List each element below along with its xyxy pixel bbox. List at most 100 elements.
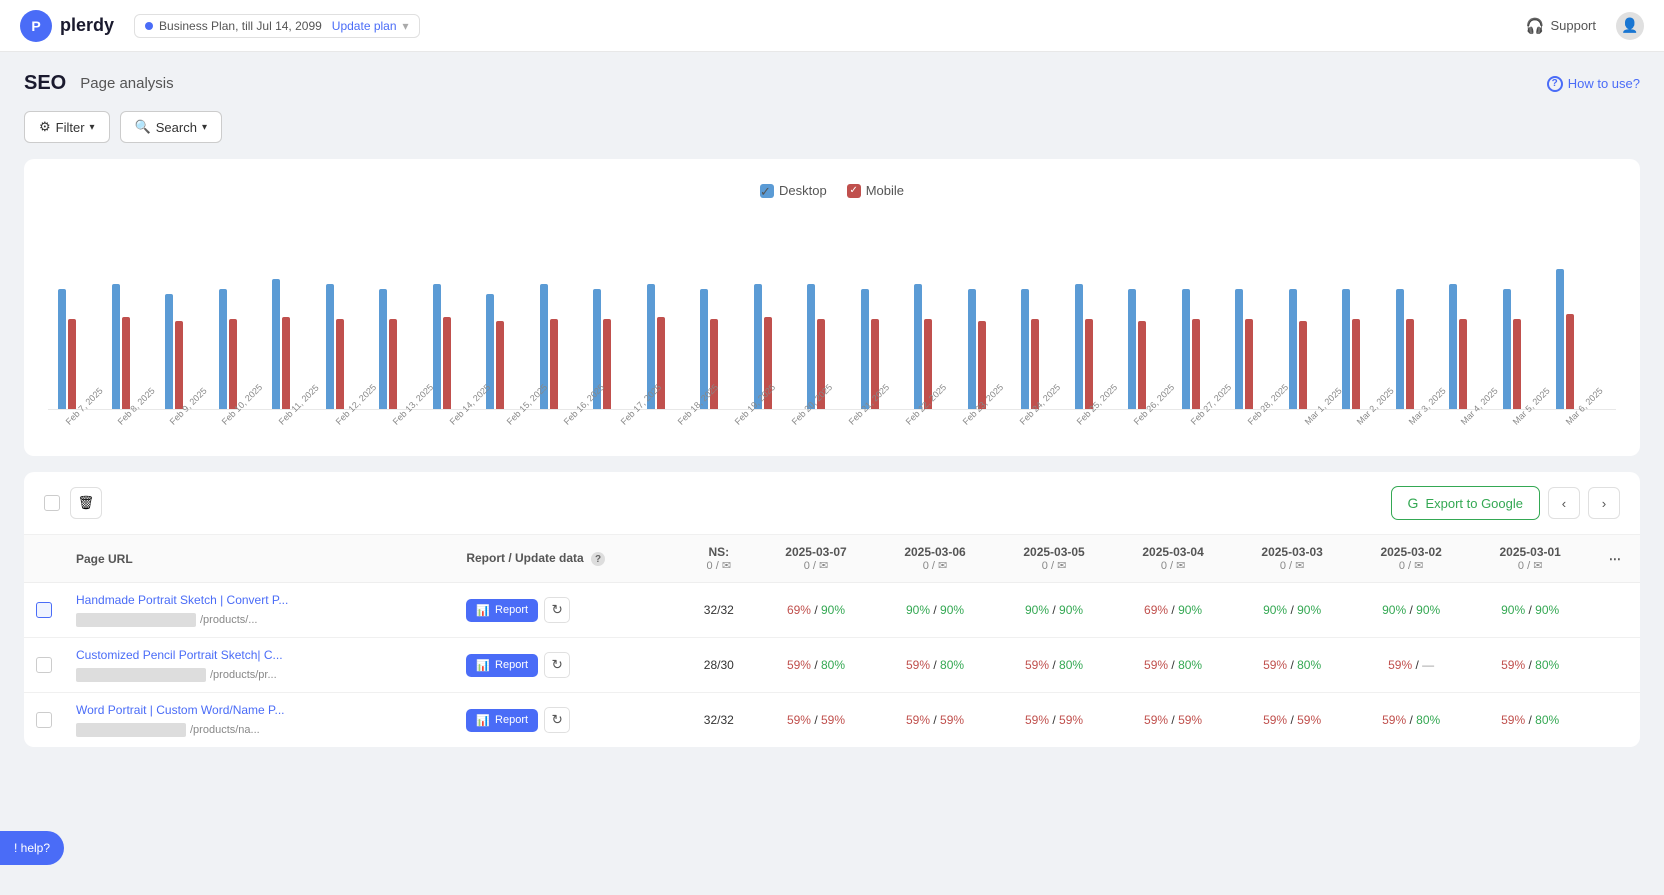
score-cell: 59% / 80% [876, 638, 995, 693]
logo-text: plerdy [60, 15, 114, 36]
score-cell: 90% / 90% [1352, 583, 1471, 638]
score-value: 59% [1263, 658, 1287, 672]
refresh-button[interactable]: ↻ [544, 597, 570, 623]
bar-desktop[interactable] [165, 294, 173, 409]
score-value2: 80% [821, 658, 845, 672]
person-icon: 👤 [1621, 17, 1638, 34]
chart-label-wrap: Feb 24, 2025 [1012, 414, 1065, 432]
table-row: Customized Pencil Portrait Sketch| C... … [24, 638, 1640, 693]
page-url-link[interactable]: Customized Pencil Portrait Sketch| C... [76, 648, 283, 662]
export-google-button[interactable]: G Export to Google [1391, 486, 1540, 520]
chart-label-wrap: Feb 13, 2025 [385, 414, 438, 432]
score-value2: 90% [821, 603, 845, 617]
score-value: 59% [1501, 658, 1525, 672]
bar-desktop[interactable] [1021, 289, 1029, 409]
bar-mobile[interactable] [1352, 319, 1360, 409]
data-table: Page URL Report / Update data ? NS: 0 / … [24, 535, 1640, 747]
bar-mobile[interactable] [1566, 314, 1574, 409]
chart-label-wrap: Mar 6, 2025 [1558, 414, 1606, 432]
seo-title: SEO [24, 72, 66, 95]
desktop-checkbox[interactable]: ✓ [760, 184, 774, 198]
bar-desktop[interactable] [1235, 289, 1243, 409]
chart-label-wrap: Feb 12, 2025 [328, 414, 381, 432]
bar-desktop[interactable] [1396, 289, 1404, 409]
bar-mobile[interactable] [443, 317, 451, 409]
chart-icon: 📊 [476, 604, 490, 617]
bar-mobile[interactable] [1406, 319, 1414, 409]
bar-mobile[interactable] [336, 319, 344, 409]
desktop-label: Desktop [779, 183, 827, 198]
bar-desktop[interactable] [112, 284, 120, 409]
more-cell [1590, 583, 1640, 638]
user-avatar[interactable]: 👤 [1616, 12, 1644, 40]
score-cell: 90% / 90% [1471, 583, 1590, 638]
bar-desktop[interactable] [1182, 289, 1190, 409]
mobile-checkbox[interactable]: ✓ [847, 184, 861, 198]
support-button[interactable]: 🎧 Support [1526, 17, 1596, 35]
table-toolbar-left: 🗑 [44, 487, 102, 519]
bar-mobile[interactable] [1245, 319, 1253, 409]
report-button[interactable]: 📊 Report [466, 599, 538, 622]
score-cell: 59% / 59% [1114, 693, 1233, 748]
bar-desktop[interactable] [326, 284, 334, 409]
row-checkbox[interactable] [36, 602, 52, 618]
bar-desktop[interactable] [1289, 289, 1297, 409]
report-help-icon[interactable]: ? [591, 552, 605, 566]
page-content: SEO Page analysis ? How to use? ⚙ Filter… [0, 52, 1664, 783]
bar-desktop[interactable] [1556, 269, 1564, 409]
update-plan-link[interactable]: Update plan [332, 19, 397, 33]
plan-badge[interactable]: Business Plan, till Jul 14, 2099 Update … [134, 14, 420, 38]
bar-mobile[interactable] [657, 317, 665, 409]
table-toolbar-right: G Export to Google ‹ › [1391, 486, 1620, 520]
how-to-use-button[interactable]: ? How to use? [1547, 76, 1640, 92]
bar-mobile[interactable] [603, 319, 611, 409]
bar-desktop[interactable] [1075, 284, 1083, 409]
th-date1: 2025-03-07 0 / ✉ [756, 535, 875, 583]
bar-mobile[interactable] [1299, 321, 1307, 409]
page-url-link[interactable]: Word Portrait | Custom Word/Name P... [76, 703, 285, 717]
bar-desktop[interactable] [1342, 289, 1350, 409]
refresh-button[interactable]: ↻ [544, 707, 570, 733]
filter-button[interactable]: ⚙ Filter ▾ [24, 111, 110, 143]
bar-mobile[interactable] [389, 319, 397, 409]
chart-legend: ✓ Desktop ✓ Mobile [48, 183, 1616, 198]
bar-desktop[interactable] [58, 289, 66, 409]
th-date4: 2025-03-04 0 / ✉ [1114, 535, 1233, 583]
th-date7: 2025-03-01 0 / ✉ [1471, 535, 1590, 583]
next-page-button[interactable]: › [1588, 487, 1620, 519]
prev-page-button[interactable]: ‹ [1548, 487, 1580, 519]
filter-chevron-icon: ▾ [90, 122, 95, 133]
row-checkbox[interactable] [36, 657, 52, 673]
select-all-checkbox[interactable] [44, 495, 60, 511]
bar-desktop[interactable] [1128, 289, 1136, 409]
help-label: ! help? [14, 841, 50, 855]
bar-desktop[interactable] [379, 289, 387, 409]
score-value2: 90% [1178, 603, 1202, 617]
bar-mobile[interactable] [1459, 319, 1467, 409]
row-checkbox[interactable] [36, 712, 52, 728]
score-value: 90% [1025, 603, 1049, 617]
search-button[interactable]: 🔍 Search ▾ [120, 111, 222, 143]
delete-button[interactable]: 🗑 [70, 487, 102, 519]
bar-desktop[interactable] [1503, 289, 1511, 409]
score-cell: 69% / 90% [1114, 583, 1233, 638]
page-url-link[interactable]: Handmade Portrait Sketch | Convert P... [76, 593, 288, 607]
bar-desktop[interactable] [968, 289, 976, 409]
bar-desktop[interactable] [272, 279, 280, 409]
chart-icon: 📊 [476, 714, 490, 727]
bar-mobile[interactable] [550, 319, 558, 409]
export-label: Export to Google [1425, 496, 1523, 511]
score-value: 69% [1144, 603, 1168, 617]
bar-desktop[interactable] [1449, 284, 1457, 409]
help-button[interactable]: ! help? [0, 831, 64, 865]
bar-desktop[interactable] [219, 289, 227, 409]
bar-mobile[interactable] [1513, 319, 1521, 409]
report-button[interactable]: 📊 Report [466, 709, 538, 732]
refresh-button[interactable]: ↻ [544, 652, 570, 678]
app-header: P plerdy Business Plan, till Jul 14, 209… [0, 0, 1664, 52]
toolbar: ⚙ Filter ▾ 🔍 Search ▾ [24, 111, 1640, 143]
refresh-icon: ↻ [551, 712, 562, 728]
bar-mobile[interactable] [496, 321, 504, 409]
bar-mobile[interactable] [1192, 319, 1200, 409]
report-button[interactable]: 📊 Report [466, 654, 538, 677]
